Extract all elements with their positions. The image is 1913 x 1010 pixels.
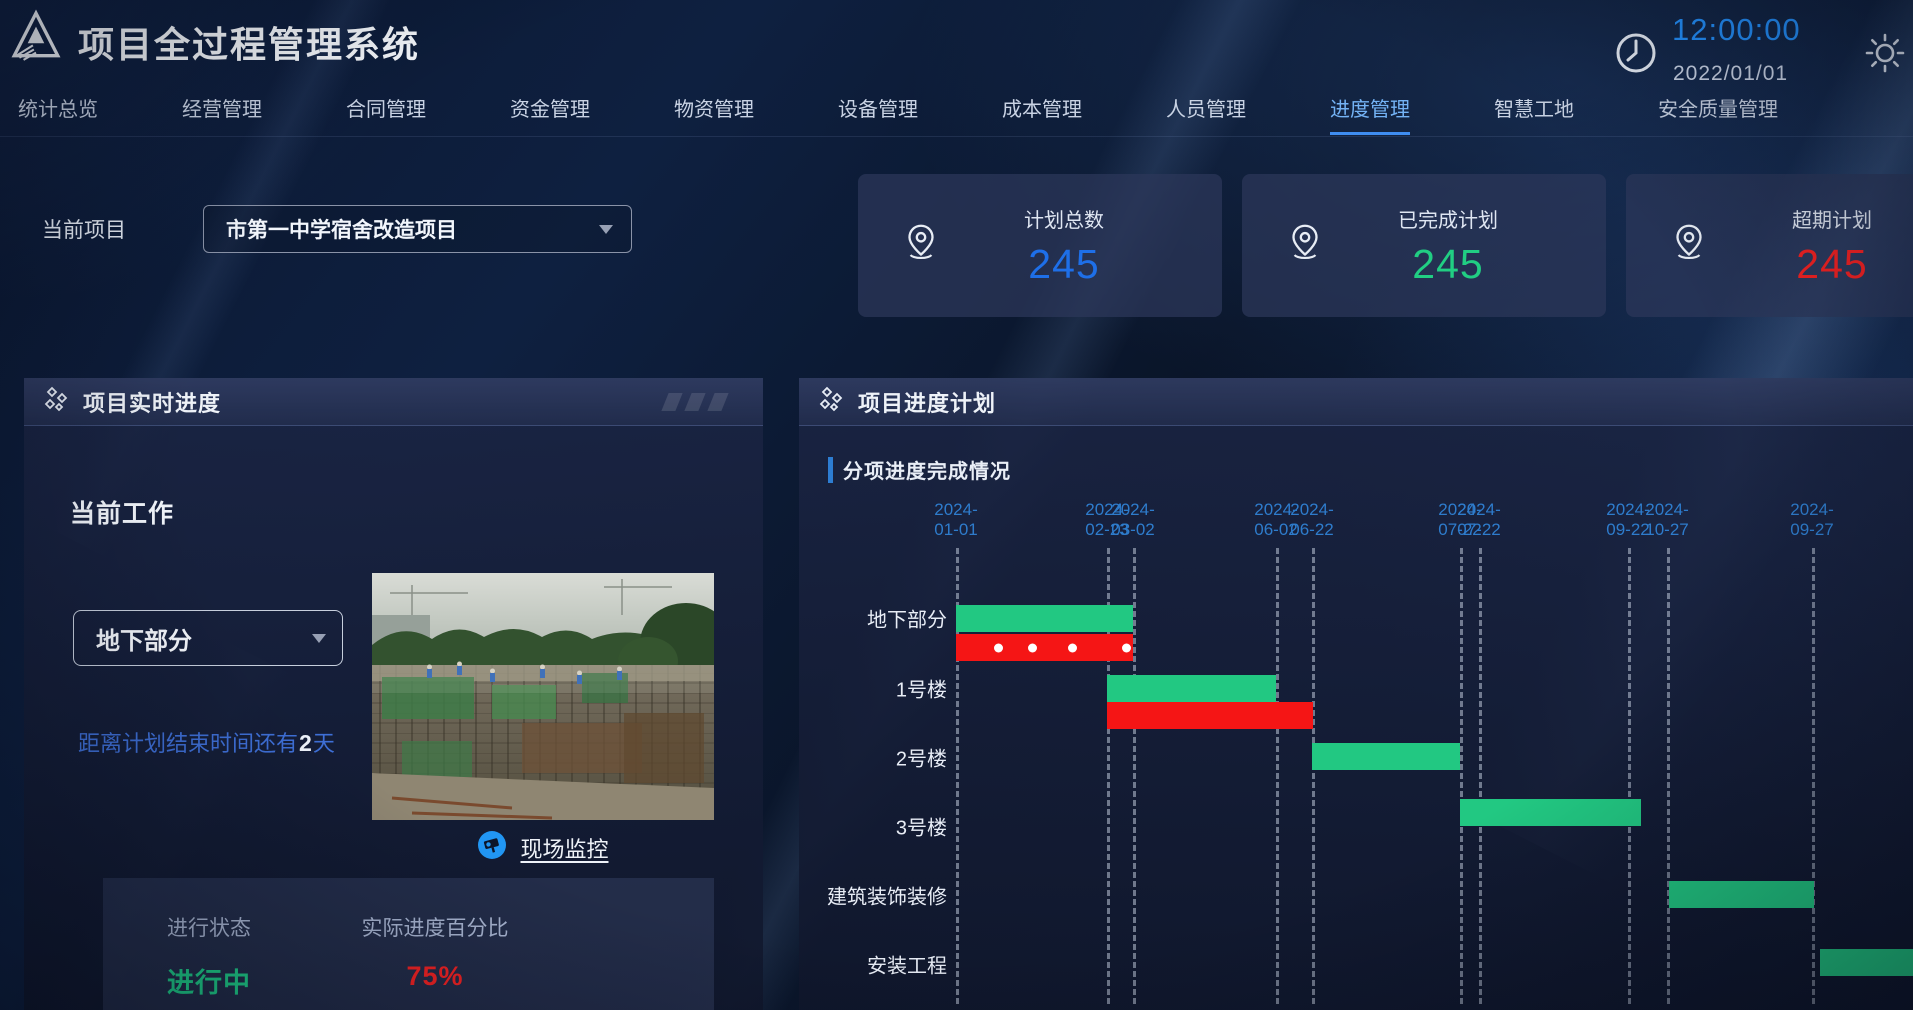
nav-tab-设备管理[interactable]: 设备管理	[838, 88, 918, 136]
gantt-date-label: 2024- 09-27	[1790, 500, 1833, 540]
project-select-value: 市第一中学宿舍改造项目	[226, 214, 599, 244]
project-select[interactable]: 市第一中学宿舍改造项目	[203, 205, 632, 253]
gantt-gridline	[1628, 548, 1631, 1004]
nav-tab-进度管理[interactable]: 进度管理	[1330, 88, 1410, 136]
stat-card-value: 245	[954, 241, 1174, 288]
chevron-down-icon	[599, 225, 613, 234]
app-title: 项目全过程管理系统	[78, 16, 420, 68]
gantt-row-label: 地下部分	[799, 604, 947, 633]
gantt-bar-plan	[1820, 949, 1913, 976]
nav-tab-成本管理[interactable]: 成本管理	[1002, 88, 1082, 136]
gantt-gridline	[1479, 548, 1482, 1004]
status-value: 75%	[315, 961, 555, 992]
gantt-bar-actual	[956, 634, 1133, 661]
clock-date: 2022/01/01	[1673, 62, 1788, 86]
gantt-bar-plan	[956, 605, 1133, 632]
nav-tab-合同管理[interactable]: 合同管理	[346, 88, 426, 136]
gantt-date-label: 2024- 10-27	[1645, 500, 1688, 540]
stat-card-label: 计划总数	[954, 204, 1174, 233]
clock-icon	[1613, 30, 1659, 81]
deadline-text: 距离计划结束时间还有2天	[78, 726, 335, 758]
gantt-bar-plan	[1107, 675, 1276, 702]
clock-time: 12:00:00	[1672, 12, 1801, 48]
nav-tab-资金管理[interactable]: 资金管理	[510, 88, 590, 136]
nav-tab-统计总览[interactable]: 统计总览	[18, 88, 98, 136]
stat-card: 计划总数 245	[858, 174, 1222, 317]
gantt-gridline	[1460, 548, 1463, 1004]
gantt-gridline	[1133, 548, 1136, 1004]
diamond-cluster-icon	[42, 385, 70, 418]
nav-tab-物资管理[interactable]: 物资管理	[674, 88, 754, 136]
gantt-gridline	[1667, 548, 1670, 1004]
gantt-bar-actual	[1107, 702, 1313, 729]
panel-header: 项目实时进度	[24, 378, 763, 426]
camera-icon	[477, 830, 507, 865]
gantt-gridline	[1812, 548, 1815, 1004]
gantt-bar-plan	[1312, 743, 1460, 770]
monitor-label: 现场监控	[520, 832, 608, 864]
location-pin-icon	[898, 220, 944, 271]
gantt-chart: 2024- 01-012024- 02-232024- 03-022024- 0…	[799, 378, 1913, 1010]
status-col-percent: 实际进度百分比 75%	[315, 912, 555, 1010]
nav-tab-安全质量管理[interactable]: 安全质量管理	[1658, 88, 1778, 136]
gantt-bar-dot	[1028, 643, 1037, 652]
current-work-heading: 当前工作	[70, 494, 174, 530]
work-item-select[interactable]: 地下部分	[73, 610, 343, 666]
realtime-progress-panel: 项目实时进度 当前工作 地下部分 距离计划结束时间还有2天	[24, 378, 763, 1010]
sun-theme-icon[interactable]	[1864, 32, 1906, 79]
gantt-date-label: 2024- 09-22	[1606, 500, 1649, 540]
work-item-value: 地下部分	[96, 621, 312, 656]
location-pin-icon	[1282, 220, 1328, 271]
stat-card: 已完成计划 245	[1242, 174, 1606, 317]
gantt-bar-dot	[1068, 643, 1077, 652]
gantt-gridline	[1276, 548, 1279, 1004]
nav-tab-智慧工地[interactable]: 智慧工地	[1494, 88, 1574, 136]
location-pin-icon	[1666, 220, 1712, 271]
gantt-date-label: 2024- 07-22	[1457, 500, 1500, 540]
site-photo	[372, 573, 714, 820]
nav-tab-经营管理[interactable]: 经营管理	[182, 88, 262, 136]
gantt-date-label: 2024- 01-01	[934, 500, 977, 540]
status-value: 进行中	[103, 961, 315, 1000]
app-logo-icon	[8, 8, 64, 69]
status-label: 进行状态	[103, 912, 315, 942]
stat-card-label: 超期计划	[1722, 204, 1913, 233]
dashboard-root: 项目全过程管理系统 12:00:00 2022/01/01 统计总览 经营管理 合同…	[0, 0, 1913, 1010]
header-deco-stripes	[665, 393, 725, 411]
gantt-row-label: 安装工程	[799, 950, 947, 979]
gantt-date-label: 2024- 03-02	[1111, 500, 1154, 540]
nav-tab-人员管理[interactable]: 人员管理	[1166, 88, 1246, 136]
stat-cards: 计划总数 245 已完成计划 245 超期计划 245	[858, 174, 1913, 317]
gantt-date-label: 2024- 06-22	[1290, 500, 1333, 540]
schedule-plan-panel: 项目进度计划 分项进度完成情况 2024- 01-012024- 02-2320…	[799, 378, 1913, 1010]
current-project-label: 当前项目	[42, 214, 126, 244]
deadline-days: 2	[298, 730, 313, 756]
panel-title: 项目实时进度	[83, 386, 221, 418]
status-label: 实际进度百分比	[315, 912, 555, 942]
gantt-row-label: 3号楼	[799, 812, 947, 841]
stat-card-value: 245	[1722, 241, 1913, 288]
main-nav: 统计总览 经营管理 合同管理 资金管理 物资管理 设备管理 成本管理 人员管理 进度管理 智慧工地…	[0, 88, 1913, 137]
status-col-state: 进行状态 进行中	[103, 912, 315, 1010]
gantt-bar-dot	[994, 643, 1003, 652]
gantt-row-label: 建筑装饰装修	[799, 881, 947, 910]
chevron-down-icon	[312, 634, 326, 643]
gantt-row-label: 2号楼	[799, 743, 947, 772]
stat-card-value: 245	[1338, 241, 1558, 288]
stat-card: 超期计划 245	[1626, 174, 1913, 317]
status-box: 进行状态 进行中 实际进度百分比 75%	[103, 878, 714, 1010]
site-monitor-link[interactable]: 现场监控	[372, 830, 714, 865]
gantt-bar-plan	[1460, 799, 1641, 826]
gantt-row-label: 1号楼	[799, 674, 947, 703]
gantt-bar-plan	[1669, 881, 1814, 908]
gantt-bar-dot	[1122, 643, 1131, 652]
gantt-gridline	[1312, 548, 1315, 1004]
stat-card-label: 已完成计划	[1338, 204, 1558, 233]
